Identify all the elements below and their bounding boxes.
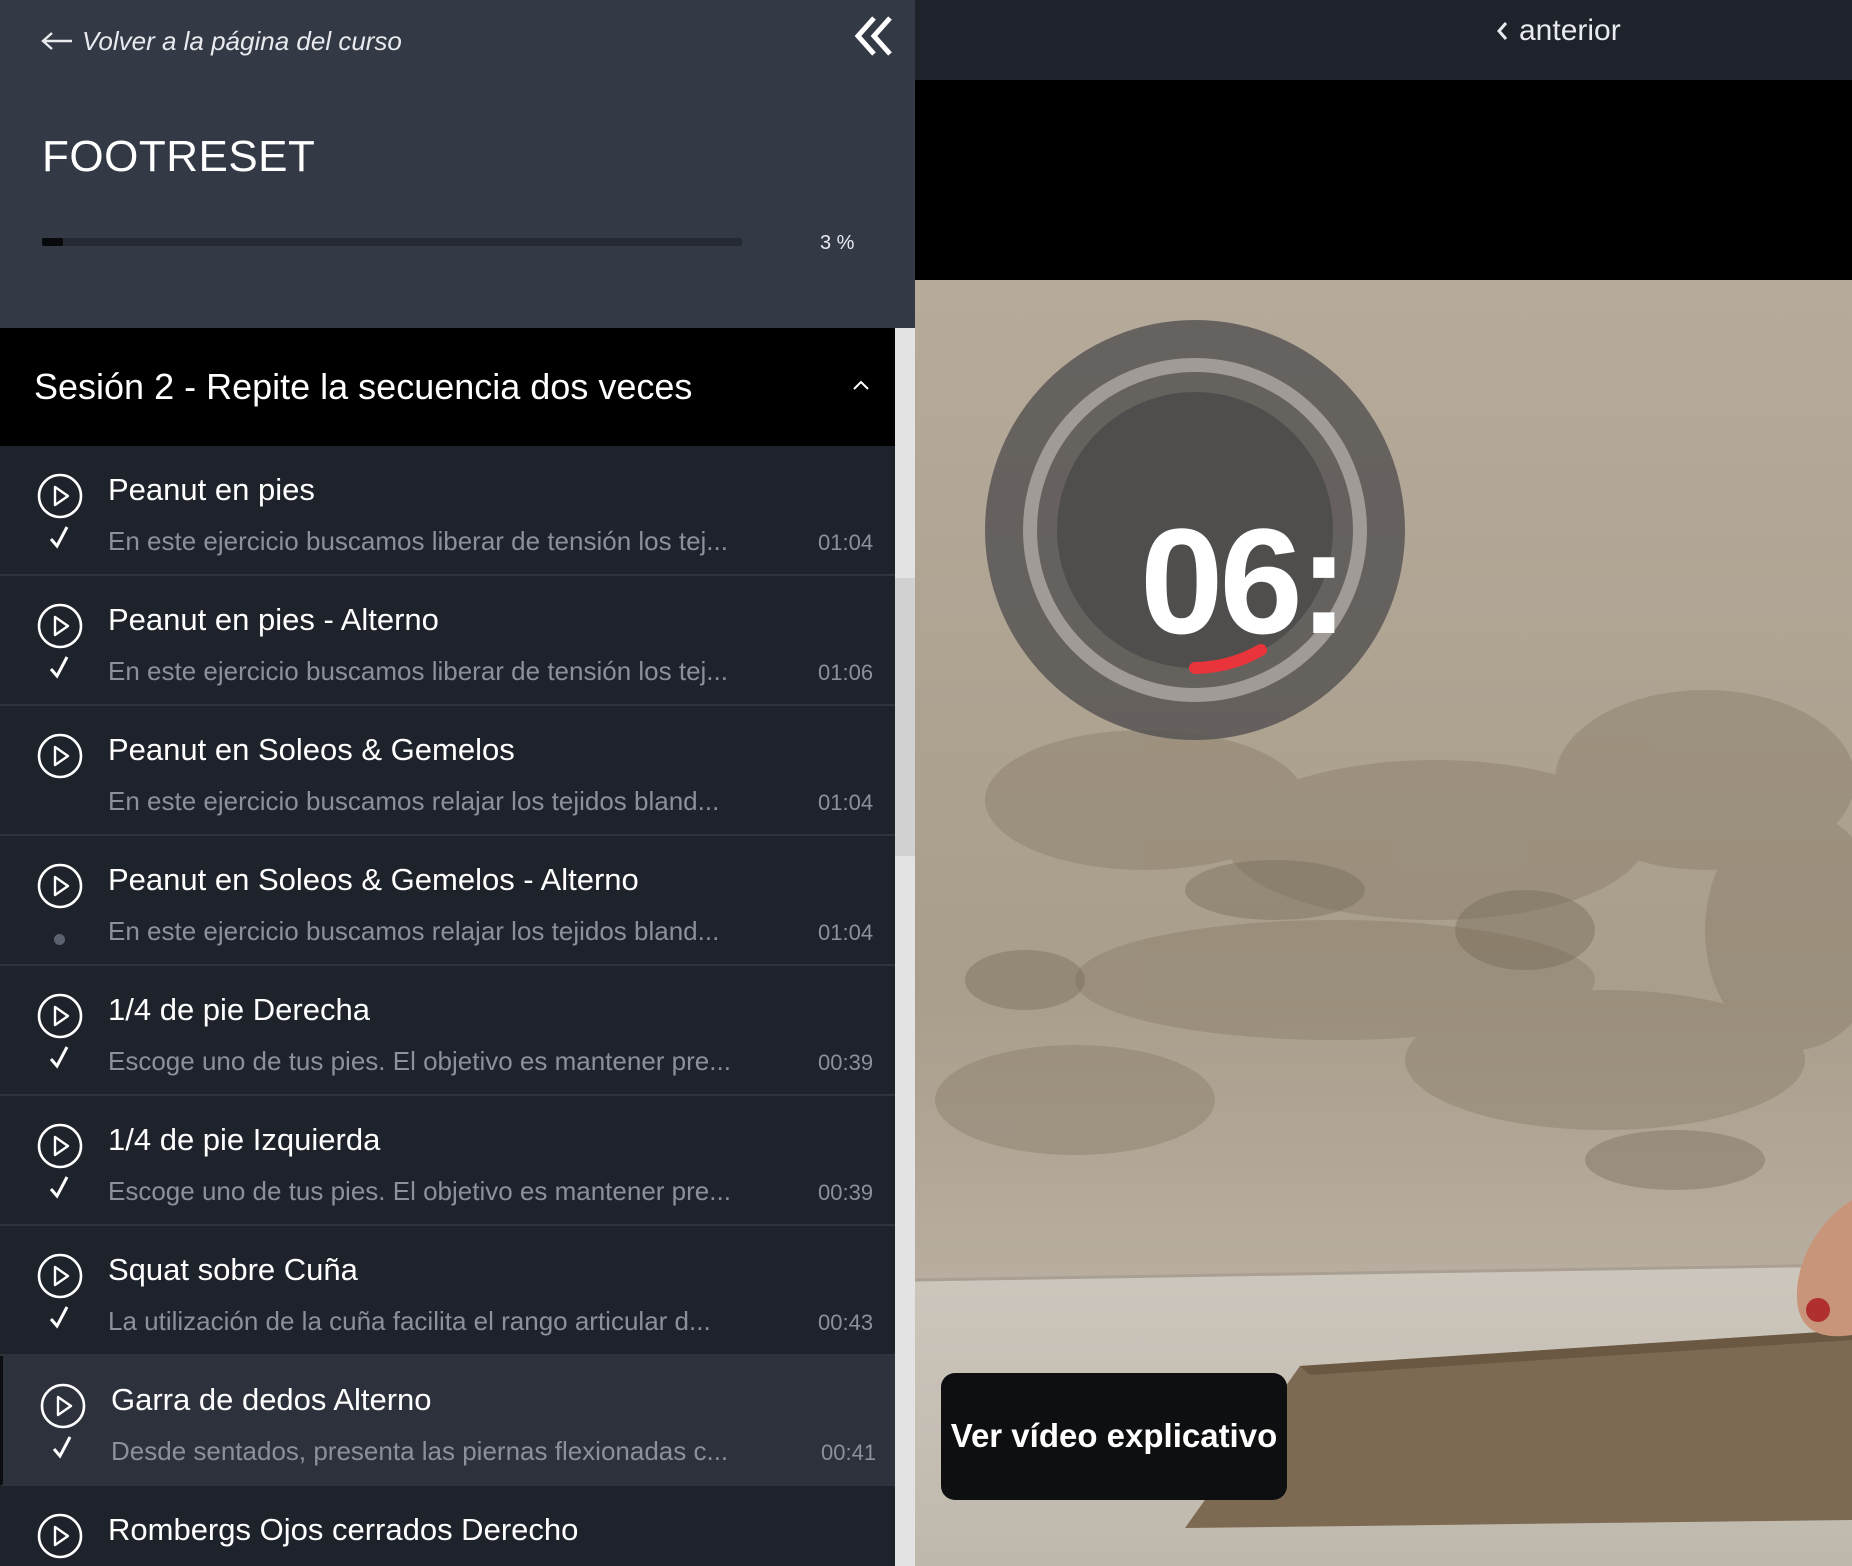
lesson-topbar: anterior: [915, 0, 1852, 80]
course-title: FOOTRESET: [42, 132, 316, 181]
lesson-item[interactable]: Peanut en pies - Alterno En este ejercic…: [0, 576, 895, 706]
course-progress-label: 3 %: [820, 232, 855, 254]
lesson-title: Squat sobre Cuña: [108, 1252, 358, 1287]
check-icon: [52, 1436, 72, 1459]
sidebar-scroll-thumb[interactable]: [895, 578, 915, 856]
lesson-item[interactable]: Squat sobre Cuña La utilización de la cu…: [0, 1226, 895, 1356]
check-icon: [49, 1176, 69, 1199]
play-circle-icon[interactable]: [36, 1512, 84, 1560]
watch-explainer-video-button[interactable]: Ver vídeo explicativo: [941, 1373, 1287, 1500]
back-to-course-link[interactable]: Volver a la página del curso: [40, 20, 402, 62]
arrow-left-icon: [41, 32, 72, 50]
course-progress-fill: [42, 238, 63, 246]
check-icon: [49, 1046, 69, 1069]
lesson-duration: 01:04: [818, 790, 874, 815]
video-letterbox: [915, 80, 1852, 280]
lesson-duration: 00:39: [818, 1180, 874, 1205]
lesson-list: Peanut en pies En este ejercicio buscamo…: [0, 446, 895, 1566]
lesson-duration: 01:06: [818, 660, 874, 685]
lesson-description: Escoge uno de tus pies. El objetivo es m…: [108, 1176, 731, 1206]
play-circle-icon[interactable]: [36, 472, 84, 520]
double-chevron-left-icon[interactable]: [852, 14, 896, 58]
course-progress-bar: [42, 238, 742, 246]
lesson-item[interactable]: Garra de dedos Alterno Desde sentados, p…: [0, 1356, 895, 1486]
timer-readout: 06:: [1140, 497, 1349, 665]
lesson-item[interactable]: Peanut en Soleos & Gemelos En este ejerc…: [0, 706, 895, 836]
section-title: Sesión 2 - Repite la secuencia dos veces: [34, 366, 693, 407]
back-link-label: Volver a la página del curso: [82, 25, 402, 56]
lesson-description: En este ejercicio buscamos liberar de te…: [108, 656, 728, 686]
previous-lesson-link[interactable]: anterior: [1495, 14, 1621, 48]
lesson-title: Peanut en pies - Alterno: [108, 602, 439, 637]
lesson-description: En este ejercicio buscamos relajar los t…: [108, 786, 720, 816]
play-circle-icon[interactable]: [36, 1252, 84, 1300]
lesson-title: 1/4 de pie Derecha: [108, 992, 370, 1027]
video-player[interactable]: 06: Ver vídeo explicativo: [915, 280, 1852, 1566]
lesson-title: Peanut en pies: [108, 472, 315, 507]
play-circle-icon[interactable]: [36, 602, 84, 650]
lesson-title: Rombergs Ojos cerrados Derecho: [108, 1512, 579, 1547]
lesson-item[interactable]: 1/4 de pie Izquierda Escoge uno de tus p…: [0, 1096, 895, 1226]
lesson-duration: 00:39: [818, 1050, 874, 1075]
play-circle-icon[interactable]: [36, 1122, 84, 1170]
lesson-title: Garra de dedos Alterno: [111, 1382, 432, 1417]
chevron-left-icon: [1497, 22, 1508, 40]
lesson-description: En este ejercicio buscamos relajar los t…: [108, 916, 720, 946]
lesson-item[interactable]: Rombergs Ojos cerrados Derecho: [0, 1486, 895, 1566]
previous-lesson-label: anterior: [1519, 14, 1621, 47]
lesson-description: La utilización de la cuña facilita el ra…: [108, 1306, 711, 1336]
check-icon: [49, 526, 69, 549]
pending-dot-icon: [54, 934, 65, 945]
lesson-item[interactable]: 1/4 de pie Derecha Escoge uno de tus pie…: [0, 966, 895, 1096]
lesson-duration: 01:04: [818, 920, 874, 945]
check-icon: [49, 1306, 69, 1329]
lesson-description: En este ejercicio buscamos liberar de te…: [108, 526, 728, 556]
course-sidebar: Volver a la página del curso FOOTRESET 3…: [0, 0, 915, 1566]
chevron-up-icon: [853, 380, 869, 390]
lesson-item[interactable]: Peanut en pies En este ejercicio buscamo…: [0, 446, 895, 576]
play-circle-icon[interactable]: [36, 992, 84, 1040]
lesson-title: Peanut en Soleos & Gemelos - Alterno: [108, 862, 639, 897]
lesson-description: Desde sentados, presenta las piernas fle…: [111, 1436, 729, 1466]
play-circle-icon[interactable]: [39, 1382, 87, 1430]
section-toggle[interactable]: Sesión 2 - Repite la secuencia dos veces: [0, 328, 895, 446]
check-icon: [49, 656, 69, 679]
lesson-title: Peanut en Soleos & Gemelos: [108, 732, 515, 767]
play-circle-icon[interactable]: [36, 732, 84, 780]
lesson-item[interactable]: Peanut en Soleos & Gemelos - Alterno En …: [0, 836, 895, 966]
lesson-duration: 00:41: [821, 1440, 877, 1465]
play-circle-icon[interactable]: [36, 862, 84, 910]
lesson-duration: 01:04: [818, 530, 874, 555]
sidebar-header: Volver a la página del curso FOOTRESET 3…: [0, 0, 915, 328]
sidebar-scrollbar[interactable]: [895, 328, 915, 1566]
lesson-description: Escoge uno de tus pies. El objetivo es m…: [108, 1046, 731, 1076]
lesson-title: 1/4 de pie Izquierda: [108, 1122, 381, 1157]
lesson-duration: 00:43: [818, 1310, 874, 1335]
